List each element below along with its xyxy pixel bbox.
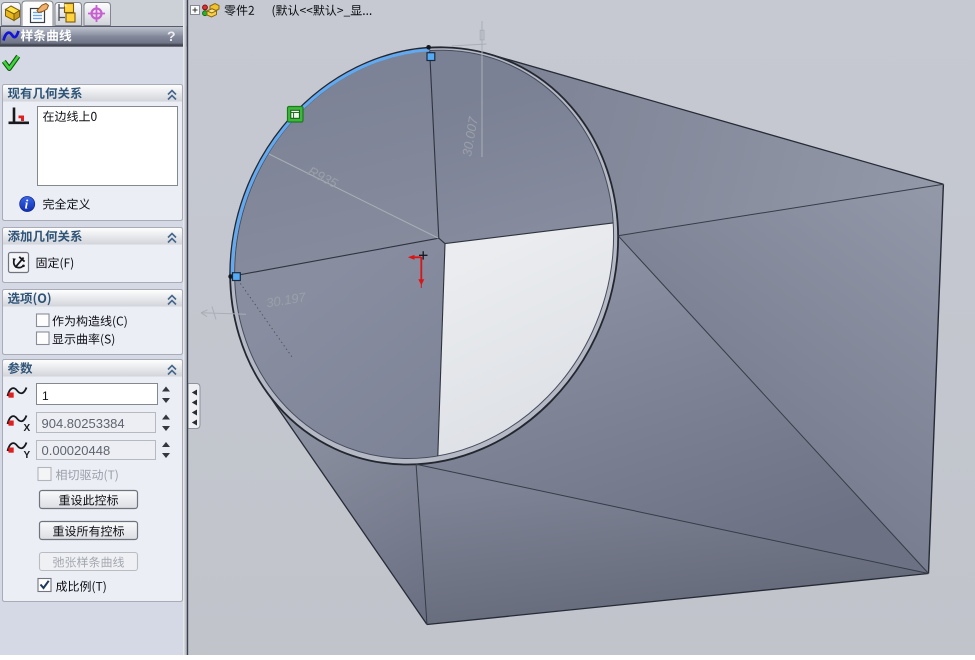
svg-text:Y: Y (24, 450, 31, 461)
svg-text:X: X (24, 423, 31, 434)
svg-text:i: i (25, 197, 29, 212)
svg-text:?: ? (167, 28, 176, 44)
svg-text:1: 1 (42, 389, 49, 403)
svg-text:904.80253384: 904.80253384 (42, 416, 125, 431)
svg-text:0.00020448: 0.00020448 (42, 443, 111, 458)
